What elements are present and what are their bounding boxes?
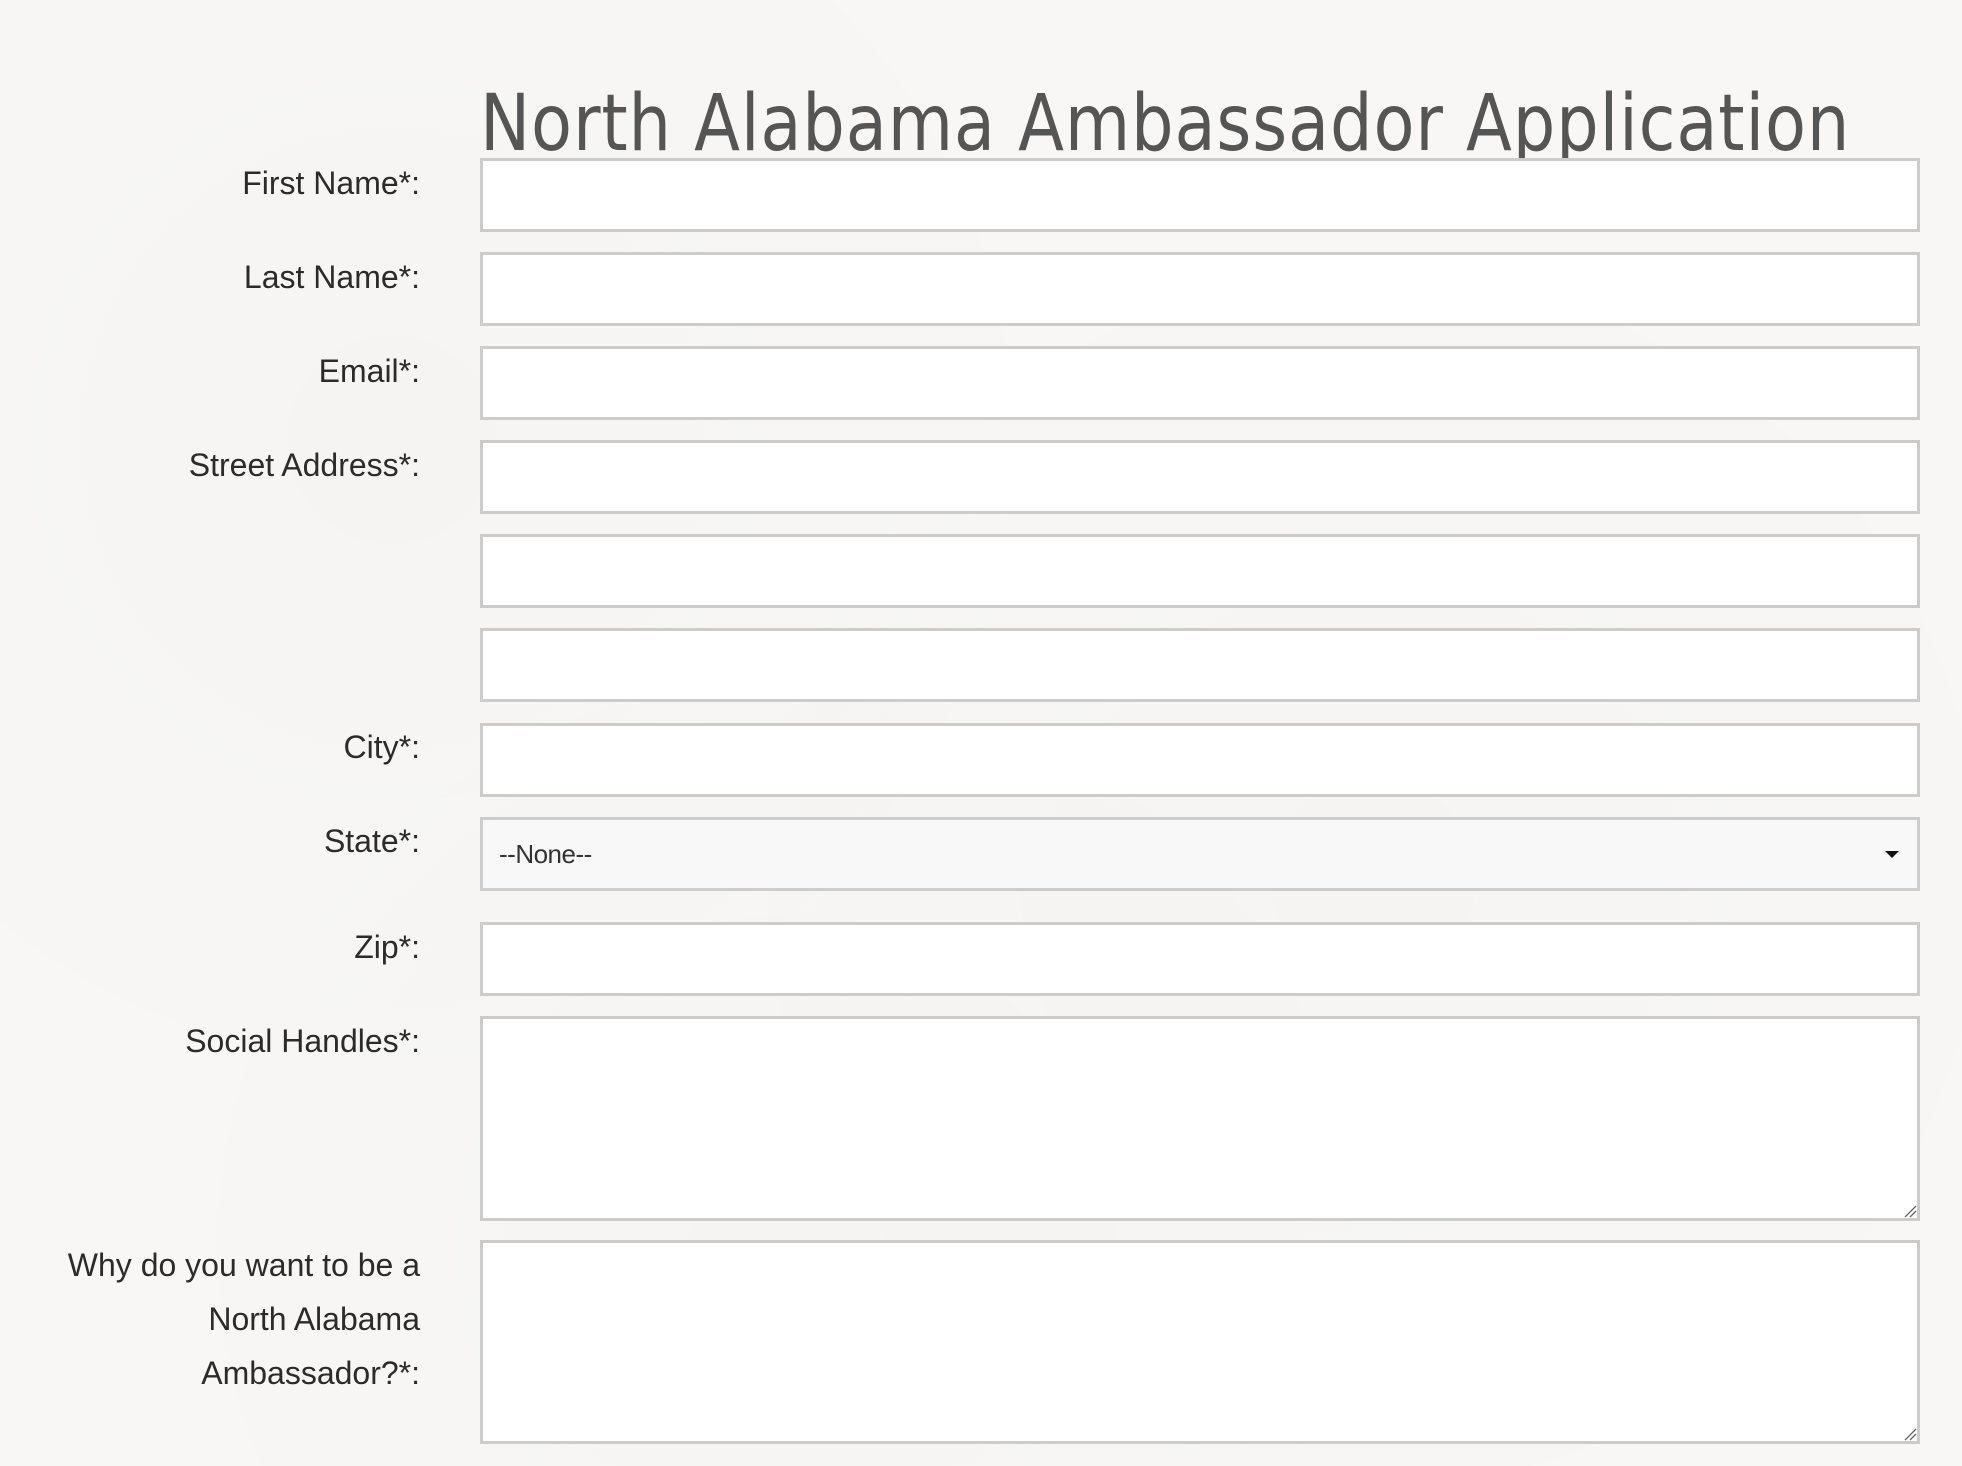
street-address-line3-input[interactable] bbox=[480, 628, 1920, 702]
first-name-input[interactable] bbox=[480, 158, 1920, 232]
state-label: State*: bbox=[323, 823, 420, 859]
city-label: City*: bbox=[343, 729, 420, 765]
first-name-label: First Name*: bbox=[242, 165, 420, 201]
zip-label: Zip*: bbox=[354, 929, 420, 965]
state-select[interactable]: --None-- bbox=[480, 817, 1920, 891]
resize-grip-icon[interactable] bbox=[1903, 1204, 1917, 1218]
email-label: Email*: bbox=[318, 353, 420, 389]
why-label-line2: North Alabama bbox=[208, 1301, 420, 1337]
social-handles-wrapper bbox=[480, 1016, 1920, 1221]
zip-input[interactable] bbox=[480, 922, 1920, 996]
state-selected-value: --None-- bbox=[499, 838, 592, 869]
resize-grip-icon[interactable] bbox=[1903, 1427, 1917, 1441]
why-ambassador-textarea[interactable] bbox=[480, 1240, 1920, 1444]
why-label-line1: Why do you want to be a bbox=[67, 1247, 420, 1283]
social-handles-label: Social Handles*: bbox=[185, 1023, 420, 1059]
why-ambassador-label: Why do you want to be a North Alabama Am… bbox=[0, 1238, 420, 1400]
chevron-down-icon bbox=[1885, 851, 1899, 858]
social-handles-textarea[interactable] bbox=[480, 1016, 1920, 1221]
last-name-input[interactable] bbox=[480, 252, 1920, 326]
street-address-line1-input[interactable] bbox=[480, 440, 1920, 514]
city-input[interactable] bbox=[480, 723, 1920, 797]
why-label-line3: Ambassador?*: bbox=[201, 1355, 420, 1391]
street-address-label: Street Address*: bbox=[188, 447, 420, 483]
street-address-line2-input[interactable] bbox=[480, 534, 1920, 608]
last-name-label: Last Name*: bbox=[243, 259, 420, 295]
email-input[interactable] bbox=[480, 346, 1920, 420]
why-ambassador-wrapper bbox=[480, 1240, 1920, 1444]
